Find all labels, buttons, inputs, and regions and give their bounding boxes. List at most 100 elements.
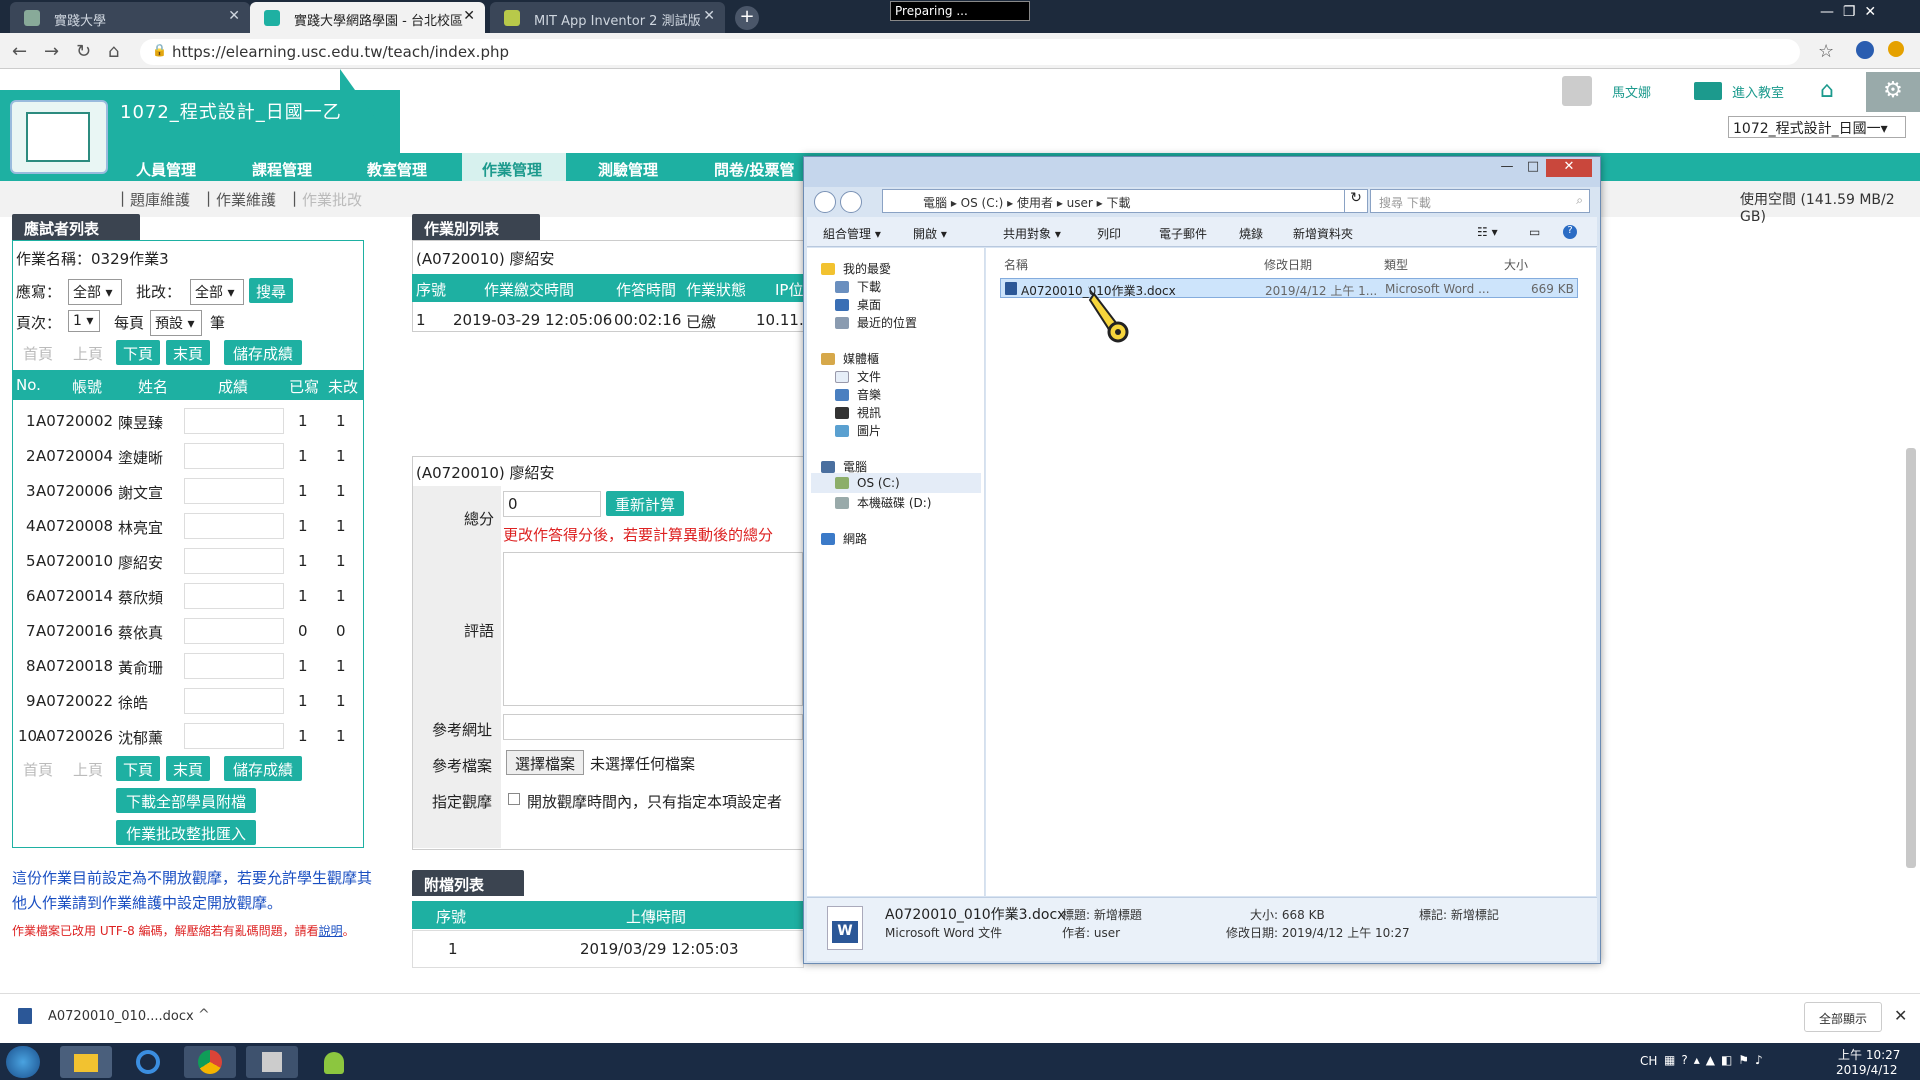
print-button[interactable]: 列印 — [1097, 225, 1121, 242]
view-checkbox[interactable] — [508, 793, 520, 805]
score-input[interactable] — [184, 618, 284, 644]
score-input[interactable] — [184, 443, 284, 469]
path-user[interactable]: user — [1067, 196, 1093, 210]
refresh-icon[interactable]: ↻ — [1344, 189, 1368, 213]
prev-page-button[interactable]: 上頁 — [66, 756, 110, 781]
path-downloads[interactable]: 下載 — [1107, 196, 1131, 210]
nav-videos[interactable]: 視訊 — [835, 404, 881, 421]
email-button[interactable]: 電子郵件 — [1159, 225, 1207, 242]
score-input[interactable] — [184, 583, 284, 609]
col-size[interactable]: 大小 — [1504, 256, 1528, 273]
details-tags[interactable]: 標記: 新增標記 — [1419, 906, 1499, 923]
nav-favorites[interactable]: 我的最愛 — [821, 260, 891, 277]
back-icon[interactable]: ← — [12, 41, 27, 62]
details-author[interactable]: 作者: user — [1062, 924, 1120, 941]
recalc-button[interactable]: 重新計算 — [606, 491, 684, 516]
nav-pictures[interactable]: 圖片 — [835, 422, 881, 439]
explorer-search-input[interactable]: 搜尋 下載 ⌕ — [1370, 189, 1590, 213]
choose-file-button[interactable]: 選擇檔案 — [506, 750, 584, 775]
view-options-icon[interactable]: ☷ ▾ — [1477, 225, 1498, 239]
home-icon[interactable]: ⌂ — [1820, 78, 1834, 103]
forward-icon[interactable]: → — [44, 41, 59, 62]
burn-button[interactable]: 燒錄 — [1239, 225, 1263, 242]
details-title[interactable]: 標題: 新增標題 — [1062, 906, 1142, 923]
save-grades-button[interactable]: 儲存成績 — [224, 756, 302, 781]
help-icon[interactable]: ? — [1563, 225, 1577, 239]
subnav-grading[interactable]: 作業批改 — [302, 189, 362, 210]
hw-row-time[interactable]: 2019-03-29 12:05:06 — [453, 311, 612, 329]
home-icon[interactable]: ⌂ — [108, 41, 119, 62]
page-select[interactable]: 1 ▾ — [68, 310, 100, 332]
close-icon[interactable]: ✕ — [1546, 159, 1592, 177]
new-tab-button[interactable]: + — [735, 6, 759, 30]
window-controls[interactable]: — ❐ ✕ — [1820, 4, 1876, 20]
download-all-button[interactable]: 下載全部學員附檔 — [116, 788, 256, 813]
android-taskbar-icon[interactable] — [308, 1046, 360, 1078]
user-name[interactable]: 馬文娜 — [1612, 82, 1651, 101]
organize-button[interactable]: 組合管理 ▾ — [823, 225, 881, 242]
app-taskbar-icon[interactable] — [246, 1046, 298, 1078]
tab-elearning[interactable]: 實踐大學網路學園 - 台北校區 ✕ — [250, 2, 485, 33]
filter-graded-select[interactable]: 全部 ▾ — [190, 279, 244, 305]
prev-page-button[interactable]: 上頁 — [66, 340, 110, 365]
nav-downloads[interactable]: 下載 — [835, 278, 881, 295]
last-page-button[interactable]: 末頁 — [166, 340, 210, 365]
nav-libraries[interactable]: 媒體櫃 — [821, 350, 879, 367]
score-input[interactable] — [184, 408, 284, 434]
filter-submit-select[interactable]: 全部 ▾ — [68, 279, 122, 305]
update-icon[interactable] — [1888, 41, 1904, 57]
enter-classroom-link[interactable]: 進入教室 — [1732, 82, 1784, 101]
ref-url-input[interactable] — [503, 714, 803, 740]
ie-taskbar-icon[interactable] — [122, 1046, 174, 1078]
last-page-button[interactable]: 末頁 — [166, 756, 210, 781]
search-button[interactable]: 搜尋 — [249, 278, 293, 303]
minimize-icon[interactable]: — — [1494, 159, 1520, 177]
att-row-time[interactable]: 2019/03/29 12:05:03 — [580, 940, 739, 958]
start-button[interactable] — [6, 1046, 40, 1078]
tab-appinventor[interactable]: MIT App Inventor 2 測試版 ✕ — [490, 2, 725, 33]
close-icon[interactable]: ✕ — [703, 8, 715, 24]
path-users[interactable]: 使用者 — [1017, 196, 1053, 210]
score-input[interactable] — [184, 653, 284, 679]
nav-course[interactable]: 課程管理 — [230, 153, 345, 181]
new-folder-button[interactable]: 新增資料夾 — [1293, 225, 1353, 242]
explorer-back-icon[interactable] — [814, 191, 836, 213]
score-input[interactable] — [184, 548, 284, 574]
explorer-titlebar[interactable]: — □ ✕ — [804, 157, 1600, 187]
nav-desktop[interactable]: 桌面 — [835, 296, 881, 313]
score-input[interactable] — [184, 688, 284, 714]
nav-survey[interactable]: 問卷/投票管 — [692, 153, 807, 181]
language-indicator[interactable]: CH — [1640, 1054, 1657, 1068]
col-type[interactable]: 類型 — [1384, 256, 1408, 273]
explorer-forward-icon[interactable] — [840, 191, 862, 213]
nav-drive-d[interactable]: 本機磁碟 (D:) — [835, 494, 931, 511]
url-input[interactable]: 🔒 https://elearning.usc.edu.tw/teach/ind… — [140, 39, 1800, 65]
close-icon[interactable]: ✕ — [1894, 1006, 1907, 1025]
col-name[interactable]: 名稱 — [1004, 256, 1028, 273]
total-score-input[interactable]: 0 — [503, 491, 601, 517]
notice-help-link[interactable]: 說明 — [319, 924, 343, 938]
reload-icon[interactable]: ↻ — [76, 41, 91, 62]
batch-import-button[interactable]: 作業批改整批匯入 — [116, 820, 256, 845]
explorer-taskbar-icon[interactable] — [60, 1046, 112, 1078]
tab-usc[interactable]: 實踐大學 ✕ — [10, 2, 250, 33]
profile-icon[interactable] — [1856, 41, 1874, 59]
nav-music[interactable]: 音樂 — [835, 386, 881, 403]
nav-homework[interactable]: 作業管理 — [462, 153, 566, 181]
share-button[interactable]: 共用對象 ▾ — [1003, 225, 1061, 242]
comment-textarea[interactable] — [503, 552, 803, 706]
chrome-taskbar-icon[interactable] — [184, 1046, 236, 1078]
page-scrollbar[interactable] — [1906, 448, 1916, 868]
nav-exam[interactable]: 測驗管理 — [576, 153, 691, 181]
first-page-button[interactable]: 首頁 — [16, 340, 60, 365]
next-page-button[interactable]: 下頁 — [116, 756, 160, 781]
first-page-button[interactable]: 首頁 — [16, 756, 60, 781]
path-computer[interactable]: 電腦 — [923, 196, 947, 210]
close-icon[interactable]: ✕ — [228, 8, 240, 24]
nav-people[interactable]: 人員管理 — [110, 153, 230, 181]
gear-icon[interactable]: ⚙ — [1866, 72, 1920, 112]
preview-pane-icon[interactable]: ▭ — [1529, 225, 1540, 239]
bookmark-star-icon[interactable]: ☆ — [1818, 41, 1834, 62]
subnav-bank[interactable]: 題庫維護 — [130, 189, 190, 210]
save-grades-button[interactable]: 儲存成績 — [224, 340, 302, 365]
